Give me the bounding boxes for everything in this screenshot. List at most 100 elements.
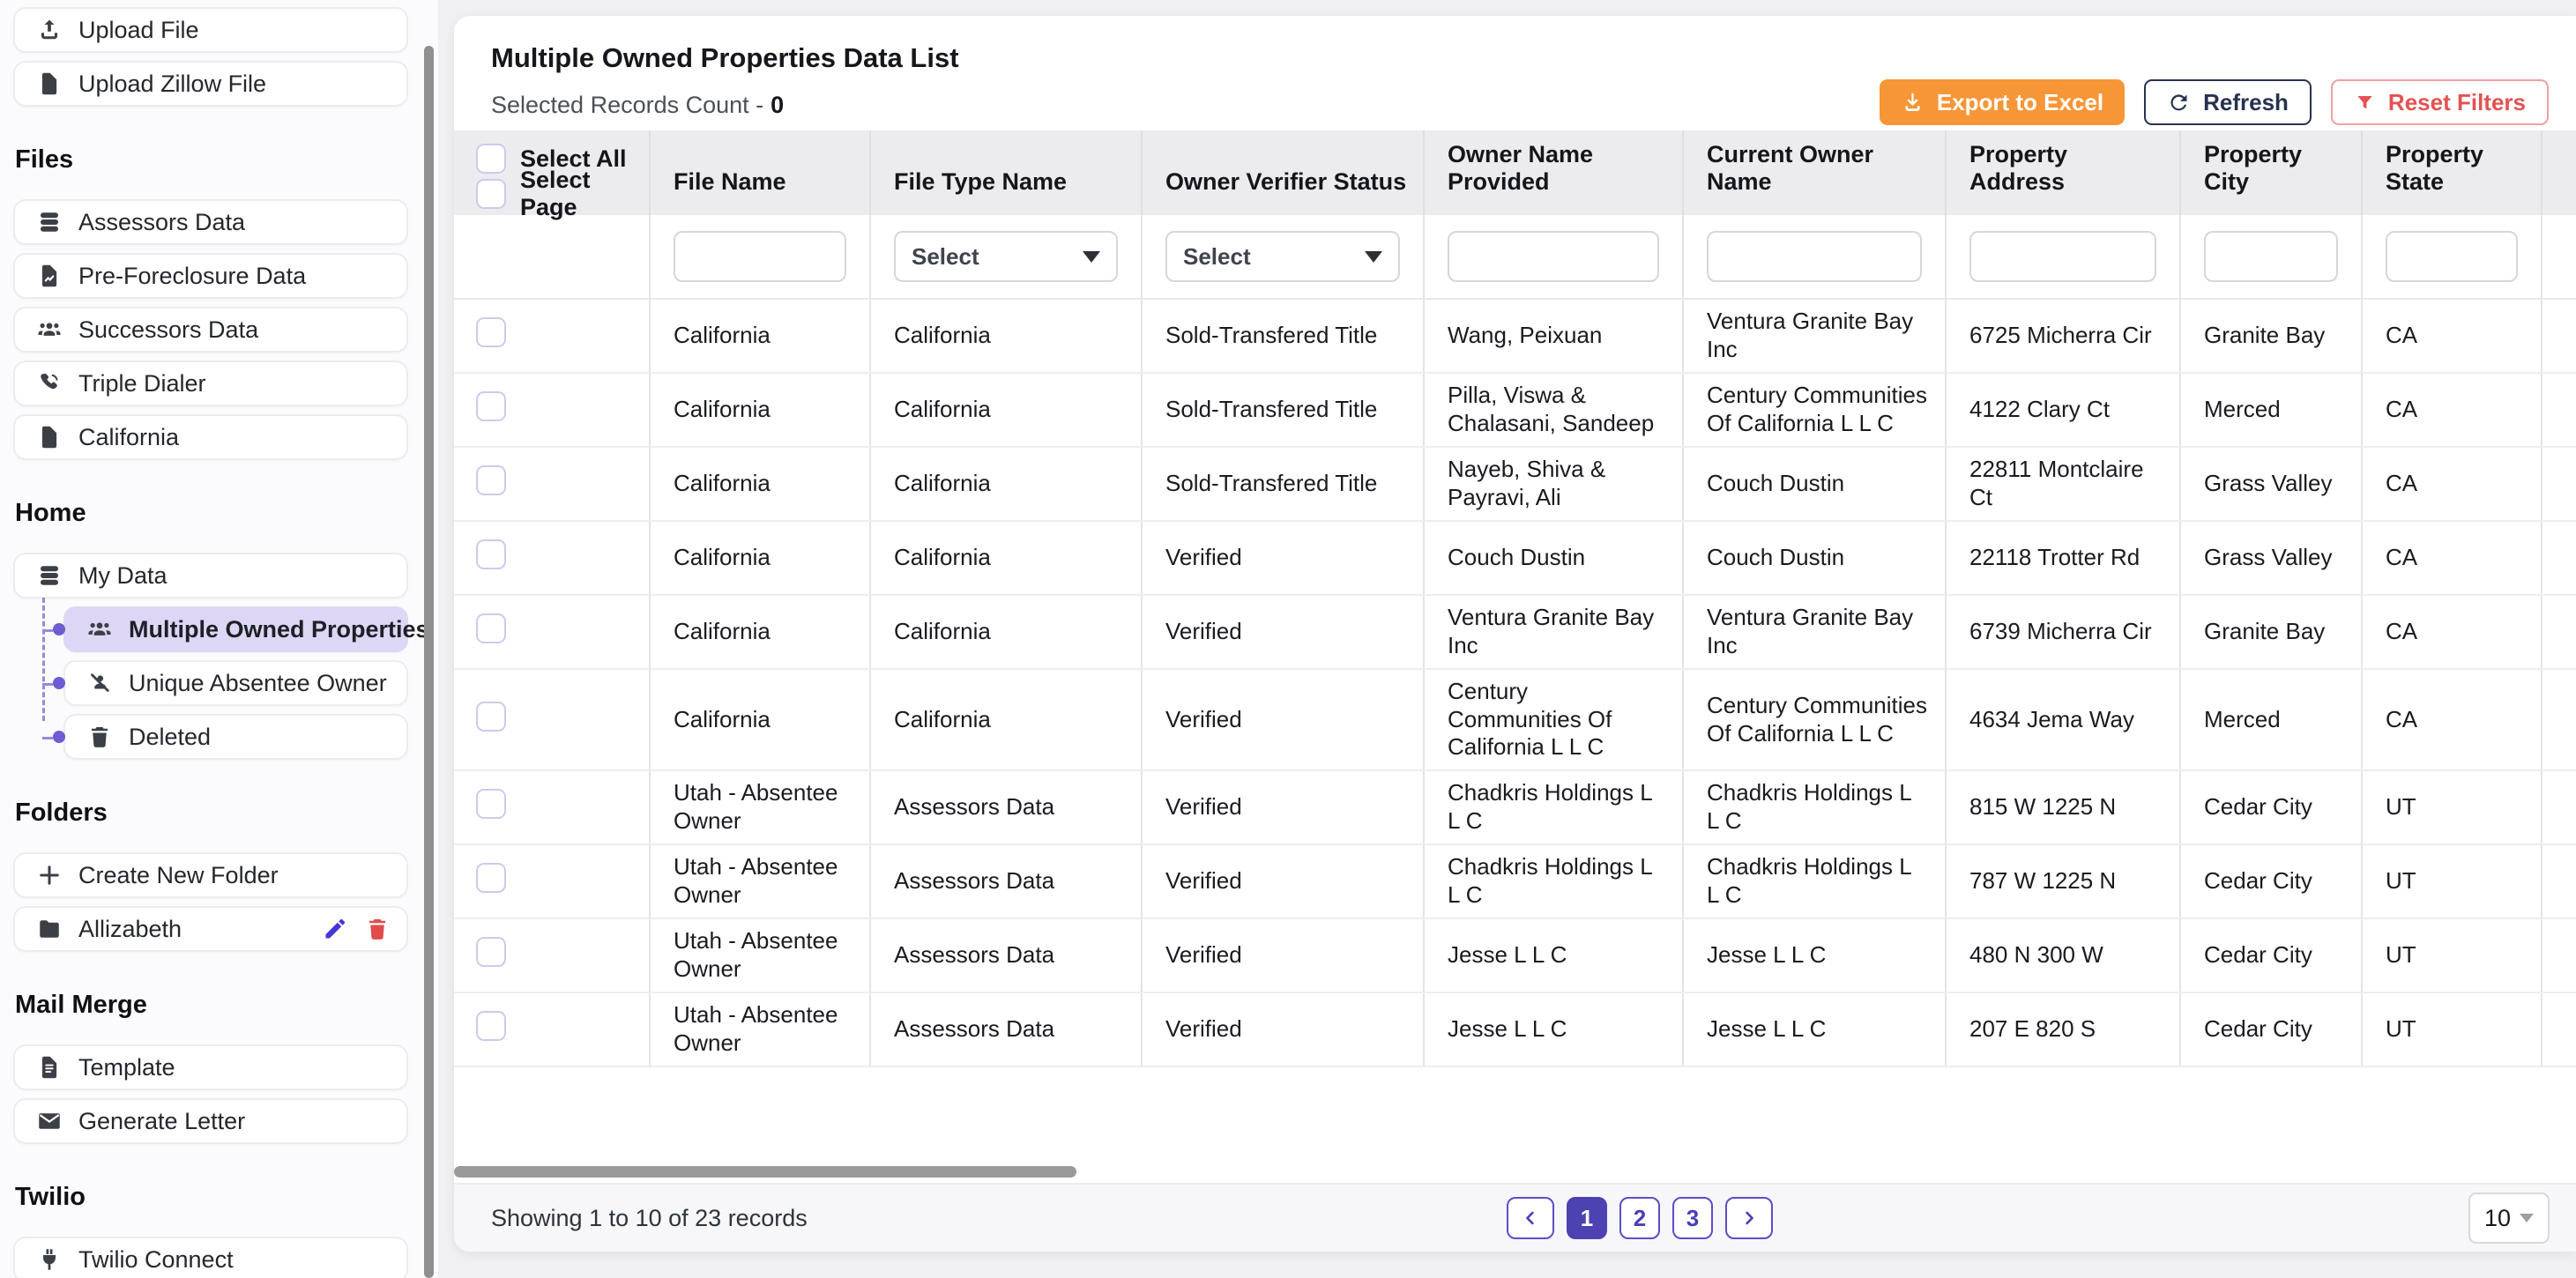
column-header-file-name: File Name — [650, 130, 870, 215]
data-table: Select All Select Page File Name File Ty… — [454, 130, 2576, 1067]
edit-folder-icon[interactable] — [322, 916, 348, 942]
sidebar-item-template[interactable]: Template — [13, 1044, 408, 1090]
create-new-folder-button[interactable]: Create New Folder — [13, 852, 408, 898]
cell-overflow — [2542, 669, 2576, 770]
cell-file-name: Utah - Absentee Owner — [650, 918, 870, 992]
cell-file-name: Utah - Absentee Owner — [650, 770, 870, 844]
filter-funnel-icon — [2354, 92, 2376, 114]
cell-owner-verifier-status: Verified — [1142, 669, 1424, 770]
page-button-2[interactable]: 2 — [1619, 1197, 1660, 1239]
phone-icon — [36, 370, 63, 397]
plug-icon — [36, 1246, 63, 1273]
sidebar-item-unique-absentee-owner[interactable]: Unique Absentee Owner — [63, 660, 408, 706]
select-page-row: Select Page — [476, 180, 649, 208]
sidebar-item-successors-data[interactable]: Successors Data — [13, 307, 408, 353]
sidebar-scrollbar[interactable] — [424, 46, 434, 1278]
file-type-filter-select[interactable]: Select — [894, 231, 1118, 282]
next-page-button[interactable] — [1725, 1197, 1773, 1239]
row-select-cell — [454, 521, 650, 595]
sidebar-item-label: Upload Zillow File — [78, 71, 266, 98]
section-title-mail-merge: Mail Merge — [15, 991, 408, 1020]
file-icon — [36, 71, 63, 97]
sidebar-item-twilio-connect[interactable]: Twilio Connect — [13, 1237, 408, 1278]
previous-page-button[interactable] — [1507, 1197, 1554, 1239]
cell-property-state: CA — [2362, 595, 2542, 669]
sidebar-item-my-data[interactable]: My Data — [13, 553, 408, 598]
page-button-3[interactable]: 3 — [1672, 1197, 1713, 1239]
cell-owner-verifier-status: Verified — [1142, 770, 1424, 844]
cell-property-state: UT — [2362, 992, 2542, 1066]
sidebar-item-label: Deleted — [129, 724, 211, 751]
cell-property-address: 207 E 820 S — [1946, 992, 2180, 1066]
cell-overflow — [2542, 595, 2576, 669]
cell-property-address: 787 W 1225 N — [1946, 844, 2180, 918]
row-checkbox[interactable] — [476, 317, 506, 347]
refresh-button[interactable]: Refresh — [2144, 79, 2312, 125]
cell-property-city: Merced — [2180, 373, 2362, 447]
property-city-filter-input[interactable] — [2204, 231, 2338, 282]
cell-file-type-name: Assessors Data — [870, 844, 1142, 918]
cell-file-name: California — [650, 299, 870, 373]
horizontal-scrollbar[interactable] — [454, 1166, 1076, 1178]
delete-folder-icon[interactable] — [364, 916, 391, 942]
cell-overflow — [2542, 844, 2576, 918]
cell-file-type-name: Assessors Data — [870, 770, 1142, 844]
sidebar-item-label: Assessors Data — [78, 209, 245, 236]
sidebar-item-multiple-owned-properties[interactable]: Multiple Owned Properties — [63, 606, 408, 652]
sidebar-item-triple-dialer[interactable]: Triple Dialer — [13, 360, 408, 406]
reset-filters-button[interactable]: Reset Filters — [2331, 79, 2549, 125]
cell-owner-verifier-status: Sold-Transfered Title — [1142, 299, 1424, 373]
row-checkbox[interactable] — [476, 789, 506, 819]
row-checkbox[interactable] — [476, 937, 506, 967]
row-checkbox[interactable] — [476, 1011, 506, 1041]
row-checkbox[interactable] — [476, 863, 506, 893]
property-state-filter-input[interactable] — [2386, 231, 2518, 282]
trash-icon — [86, 724, 113, 750]
owner-name-filter-input[interactable] — [1448, 231, 1659, 282]
row-checkbox[interactable] — [476, 391, 506, 421]
row-checkbox[interactable] — [476, 465, 506, 495]
cell-property-address: 6725 Micherra Cir — [1946, 299, 2180, 373]
owner-verifier-filter-select[interactable]: Select — [1165, 231, 1400, 282]
column-header-overflow — [2542, 130, 2576, 215]
folder-name: Allizabeth — [78, 916, 182, 943]
cell-property-address: 4634 Jema Way — [1946, 669, 2180, 770]
sidebar-item-upload-file[interactable]: Upload File — [13, 7, 408, 53]
row-checkbox[interactable] — [476, 539, 506, 569]
sidebar-item-folder-allizabeth[interactable]: Allizabeth — [13, 906, 408, 952]
person-slash-icon — [86, 670, 113, 696]
file-name-filter-input[interactable] — [674, 231, 846, 282]
sidebar-item-upload-zillow-file[interactable]: Upload Zillow File — [13, 61, 408, 107]
section-title-home: Home — [15, 499, 408, 528]
property-address-filter-input[interactable] — [1969, 231, 2156, 282]
cell-file-name: Utah - Absentee Owner — [650, 844, 870, 918]
cell-owner-name-provided: Jesse L L C — [1424, 918, 1683, 992]
table-footer: Showing 1 to 10 of 23 records 1 2 3 10 — [454, 1183, 2576, 1252]
select-all-checkbox[interactable] — [476, 144, 506, 174]
sidebar-item-pre-foreclosure-data[interactable]: Pre-Foreclosure Data — [13, 253, 408, 299]
cell-property-address: 22118 Trotter Rd — [1946, 521, 2180, 595]
sidebar-item-generate-letter[interactable]: Generate Letter — [13, 1098, 408, 1144]
column-header-owner-name-provided: Owner Name Provided — [1424, 130, 1683, 215]
cell-overflow — [2542, 918, 2576, 992]
table-header-row: Select All Select Page File Name File Ty… — [454, 130, 2576, 215]
panel-header: Multiple Owned Properties Data List Sele… — [454, 16, 2576, 130]
cell-file-type-name: California — [870, 299, 1142, 373]
row-checkbox[interactable] — [476, 702, 506, 732]
chevron-left-icon — [1519, 1207, 1542, 1230]
select-page-checkbox[interactable] — [476, 179, 506, 209]
export-to-excel-button[interactable]: Export to Excel — [1880, 79, 2125, 125]
caret-down-icon — [1365, 251, 1382, 263]
download-icon — [1901, 91, 1925, 115]
page-button-1[interactable]: 1 — [1567, 1197, 1607, 1239]
row-checkbox[interactable] — [476, 613, 506, 643]
sidebar-item-deleted[interactable]: Deleted — [63, 714, 408, 760]
cell-current-owner-name: Century Communities Of California L L C — [1683, 669, 1946, 770]
cell-file-type-name: California — [870, 447, 1142, 521]
current-owner-filter-input[interactable] — [1707, 231, 1922, 282]
sidebar-item-assessors-data[interactable]: Assessors Data — [13, 199, 408, 245]
cell-current-owner-name: Couch Dustin — [1683, 447, 1946, 521]
page-size-select[interactable]: 10 — [2468, 1193, 2550, 1244]
sidebar-item-california[interactable]: California — [13, 414, 408, 460]
filter-cell-owner-name — [1424, 215, 1683, 299]
